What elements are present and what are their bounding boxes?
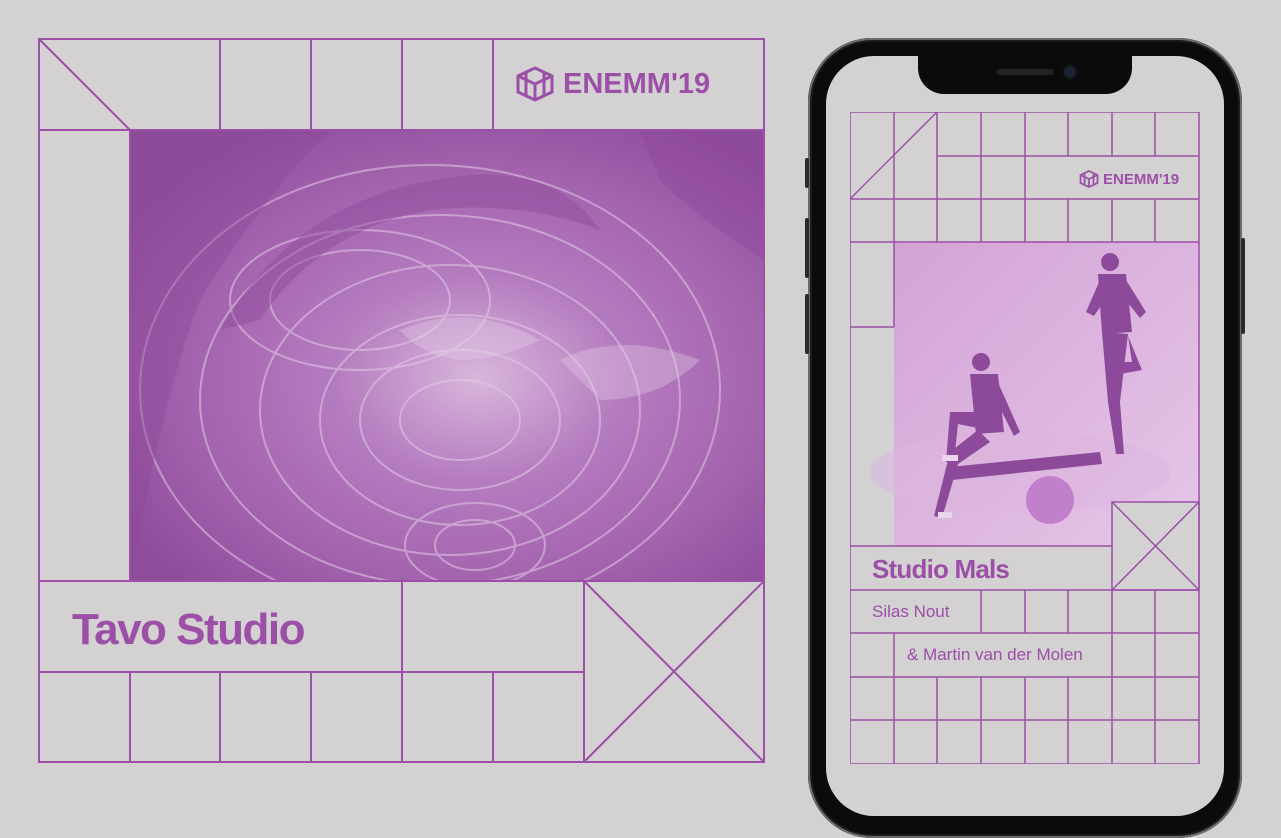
poster-grid xyxy=(38,38,765,763)
phone-logo: ENEMM'19 xyxy=(1079,170,1179,188)
phone-poster-grid xyxy=(850,112,1200,764)
cube-logo-icon xyxy=(515,66,555,102)
phone-logo-text: ENEMM'19 xyxy=(1103,170,1180,188)
mute-switch xyxy=(805,158,809,188)
earpiece-speaker xyxy=(996,69,1054,75)
phone-studio-name: Studio Mals xyxy=(872,554,1010,584)
volume-down-button xyxy=(805,294,809,354)
poster-studio-name: Tavo Studio xyxy=(72,605,306,654)
studio-mals-photo xyxy=(870,242,1199,546)
power-button xyxy=(1241,238,1245,334)
poster-tavo-studio: ENEMM'19 Tavo Studio xyxy=(0,0,800,800)
poster-logo: ENEMM'19 xyxy=(515,66,710,102)
volume-up-button xyxy=(805,218,809,278)
phone-poster-studio-mals: ENEMM'19 Studio Mals Silas Nout & Martin… xyxy=(850,112,1200,764)
front-camera xyxy=(1064,66,1076,78)
cube-logo-icon xyxy=(1079,170,1099,188)
abstract-art-image xyxy=(130,130,764,581)
poster-logo-text: ENEMM'19 xyxy=(563,67,711,100)
phone-member-2: & Martin van der Molen xyxy=(907,645,1083,664)
phone-member-1: Silas Nout xyxy=(872,602,950,621)
